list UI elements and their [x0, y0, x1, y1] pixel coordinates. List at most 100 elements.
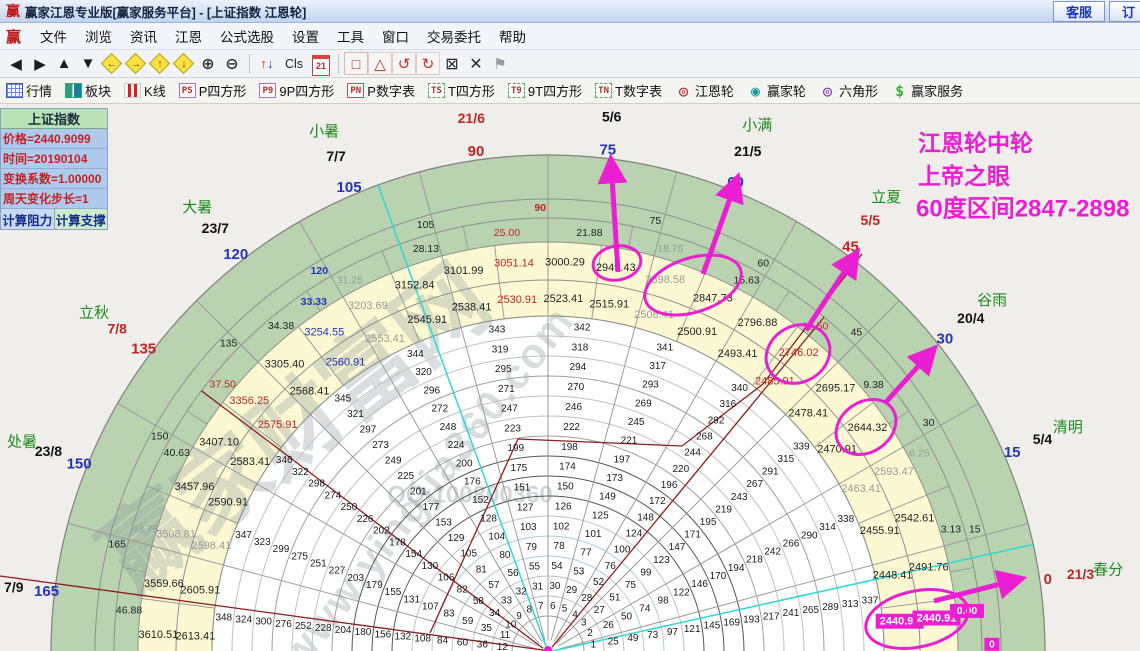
feature-item-sectors[interactable]: 板块	[65, 81, 111, 100]
feature-item-gann-wheel[interactable]: ◎ 江恩轮	[675, 81, 734, 100]
feature-item-quotes[interactable]: 行情	[6, 81, 52, 100]
wheel-number: 265	[802, 605, 819, 616]
menu-item-4[interactable]: 公式选股	[211, 23, 283, 49]
feature-item-t-square[interactable]: TS T四方形	[427, 81, 495, 100]
wheel-number: 270	[567, 382, 584, 393]
rect-tool-icon[interactable]: □	[344, 52, 368, 75]
wheel-number: 202	[373, 526, 390, 537]
pan-up-icon[interactable]: ↑	[148, 52, 172, 75]
menu-item-2[interactable]: 资讯	[121, 23, 166, 49]
wheel-number: 201	[410, 487, 427, 498]
wheel-number: 219	[715, 504, 732, 515]
inner-price-label: 2545.91	[407, 314, 447, 326]
feature-item-hexagon[interactable]: ◎ 六角形	[819, 81, 878, 100]
date-label: 23/8	[35, 443, 62, 459]
date-label: 7/9	[4, 579, 24, 595]
rotate-cw-icon[interactable]: ↻	[416, 52, 440, 75]
feature-item-9t-square[interactable]: T9 9T四方形	[507, 81, 583, 100]
time-updown-icon[interactable]: ↑ ↓	[255, 52, 279, 75]
triangle-tool-icon[interactable]: △	[368, 52, 392, 75]
index-name: 上证指数	[1, 109, 107, 129]
menu-item-9[interactable]: 帮助	[490, 23, 535, 49]
inner-price-label: 2560.91	[326, 357, 366, 369]
wheel-number: 271	[498, 384, 515, 395]
pan-right-icon[interactable]: →	[124, 52, 148, 75]
zoom-out-icon[interactable]: ⊖	[220, 52, 244, 75]
outer-price-label: 3356.25	[229, 395, 269, 407]
outer-price-label: 3559.66	[144, 578, 184, 590]
title-bar: 赢 赢家江恩专业版[赢家服务平台] - [上证指数 江恩轮] 客服订	[0, 0, 1140, 23]
degree-label: 15	[969, 523, 981, 535]
back-icon[interactable]: ◀	[4, 52, 28, 75]
wheel-number: 252	[295, 621, 312, 632]
date-label: 21/5	[734, 143, 761, 159]
calc-support-button[interactable]: 计算支撑	[54, 209, 107, 229]
calendar-21-icon[interactable]: 21	[309, 52, 333, 76]
wheel-number: 78	[554, 541, 566, 552]
wheel-number: 51	[609, 593, 621, 604]
flag-icon[interactable]: ⚑	[488, 52, 512, 75]
date-label: 5/4	[1033, 431, 1053, 447]
menu-item-7[interactable]: 窗口	[373, 23, 418, 49]
up-icon[interactable]: ▲	[52, 52, 76, 75]
wheel-number: 104	[488, 532, 505, 543]
degree-label: 90	[534, 202, 546, 214]
menu-logo-icon: 赢	[6, 28, 22, 46]
feature-item-t-number-table[interactable]: TN T数字表	[595, 81, 662, 100]
menu-item-8[interactable]: 交易委托	[418, 23, 490, 49]
panel-row-3: 周天变化步长=1	[1, 189, 107, 209]
wheel-number: 25	[608, 636, 620, 647]
menu-item-0[interactable]: 文件	[31, 23, 76, 49]
inner-price-label: 2493.41	[718, 348, 758, 360]
wheel-number: 247	[501, 404, 518, 415]
pan-left-icon[interactable]: ←	[100, 52, 124, 75]
down-icon[interactable]: ▼	[76, 52, 100, 75]
menu-item-5[interactable]: 设置	[283, 23, 328, 49]
calc-resistance-button[interactable]: 计算阻力	[1, 209, 55, 229]
wheel-number: 102	[553, 521, 570, 532]
solar-term-label: 立秋	[79, 305, 109, 322]
wheel-number: 31	[532, 581, 544, 592]
rotate-ccw-icon[interactable]: ↺	[392, 52, 416, 75]
wheel-number: 57	[488, 580, 500, 591]
wheel-number: 147	[669, 542, 686, 553]
wheel-number: 49	[627, 633, 639, 644]
gann-wheel-chart[interactable]: 赢家财富网www.yingjia360.comQQ:10080036012345…	[0, 104, 1140, 651]
feature-item-winner-service[interactable]: $ 赢家服务	[891, 81, 963, 100]
feature-item-kline[interactable]: K线	[124, 81, 166, 100]
wheel-number: 123	[653, 555, 670, 566]
wheel-number: 222	[563, 422, 580, 433]
feature-label: 9T四方形	[527, 84, 583, 99]
percent-label: 28.13	[413, 243, 439, 255]
feature-item-p-number-table[interactable]: PN P数字表	[347, 81, 415, 100]
wheel-number: 316	[720, 399, 737, 410]
wheel-number: 273	[372, 440, 389, 451]
panel-row-0: 价格=2440.9099	[1, 129, 107, 149]
zoom-in-icon[interactable]: ⊕	[196, 52, 220, 75]
wheel-number: 295	[495, 364, 512, 375]
wheel-number: 75	[625, 580, 637, 591]
wheel-number: 200	[456, 458, 473, 469]
menu-item-1[interactable]: 浏览	[76, 23, 121, 49]
wheel-number: 314	[819, 522, 836, 533]
pan-down-icon[interactable]: ↓	[172, 52, 196, 75]
menu-item-6[interactable]: 工具	[328, 23, 373, 49]
forward-icon[interactable]: ▶	[28, 52, 52, 75]
feature-item-9p-square[interactable]: P9 9P四方形	[259, 81, 334, 100]
wheel-number: 106	[438, 573, 455, 584]
cross-arrows-icon[interactable]: ✕	[464, 52, 488, 75]
boxed-x-icon[interactable]: ⊠	[440, 52, 464, 75]
wheel-number: 127	[517, 502, 534, 513]
wheel-number: 221	[621, 436, 638, 447]
menu-item-3[interactable]: 江恩	[166, 23, 211, 49]
feature-item-winner-wheel[interactable]: ◉ 赢家轮	[747, 81, 806, 100]
gann-wheel-icon: ◎	[679, 81, 689, 100]
feature-label: T数字表	[615, 84, 663, 99]
partial-button[interactable]: 订	[1108, 1, 1140, 22]
feature-item-p-square[interactable]: PS P四方形	[178, 81, 246, 100]
sectors-icon	[65, 83, 83, 98]
outer-price-label: 3610.51	[138, 629, 178, 641]
cls-button[interactable]: Cls	[279, 52, 309, 75]
outer-degree-label: 150	[67, 455, 92, 472]
customer-service-button[interactable]: 客服	[1052, 1, 1105, 22]
